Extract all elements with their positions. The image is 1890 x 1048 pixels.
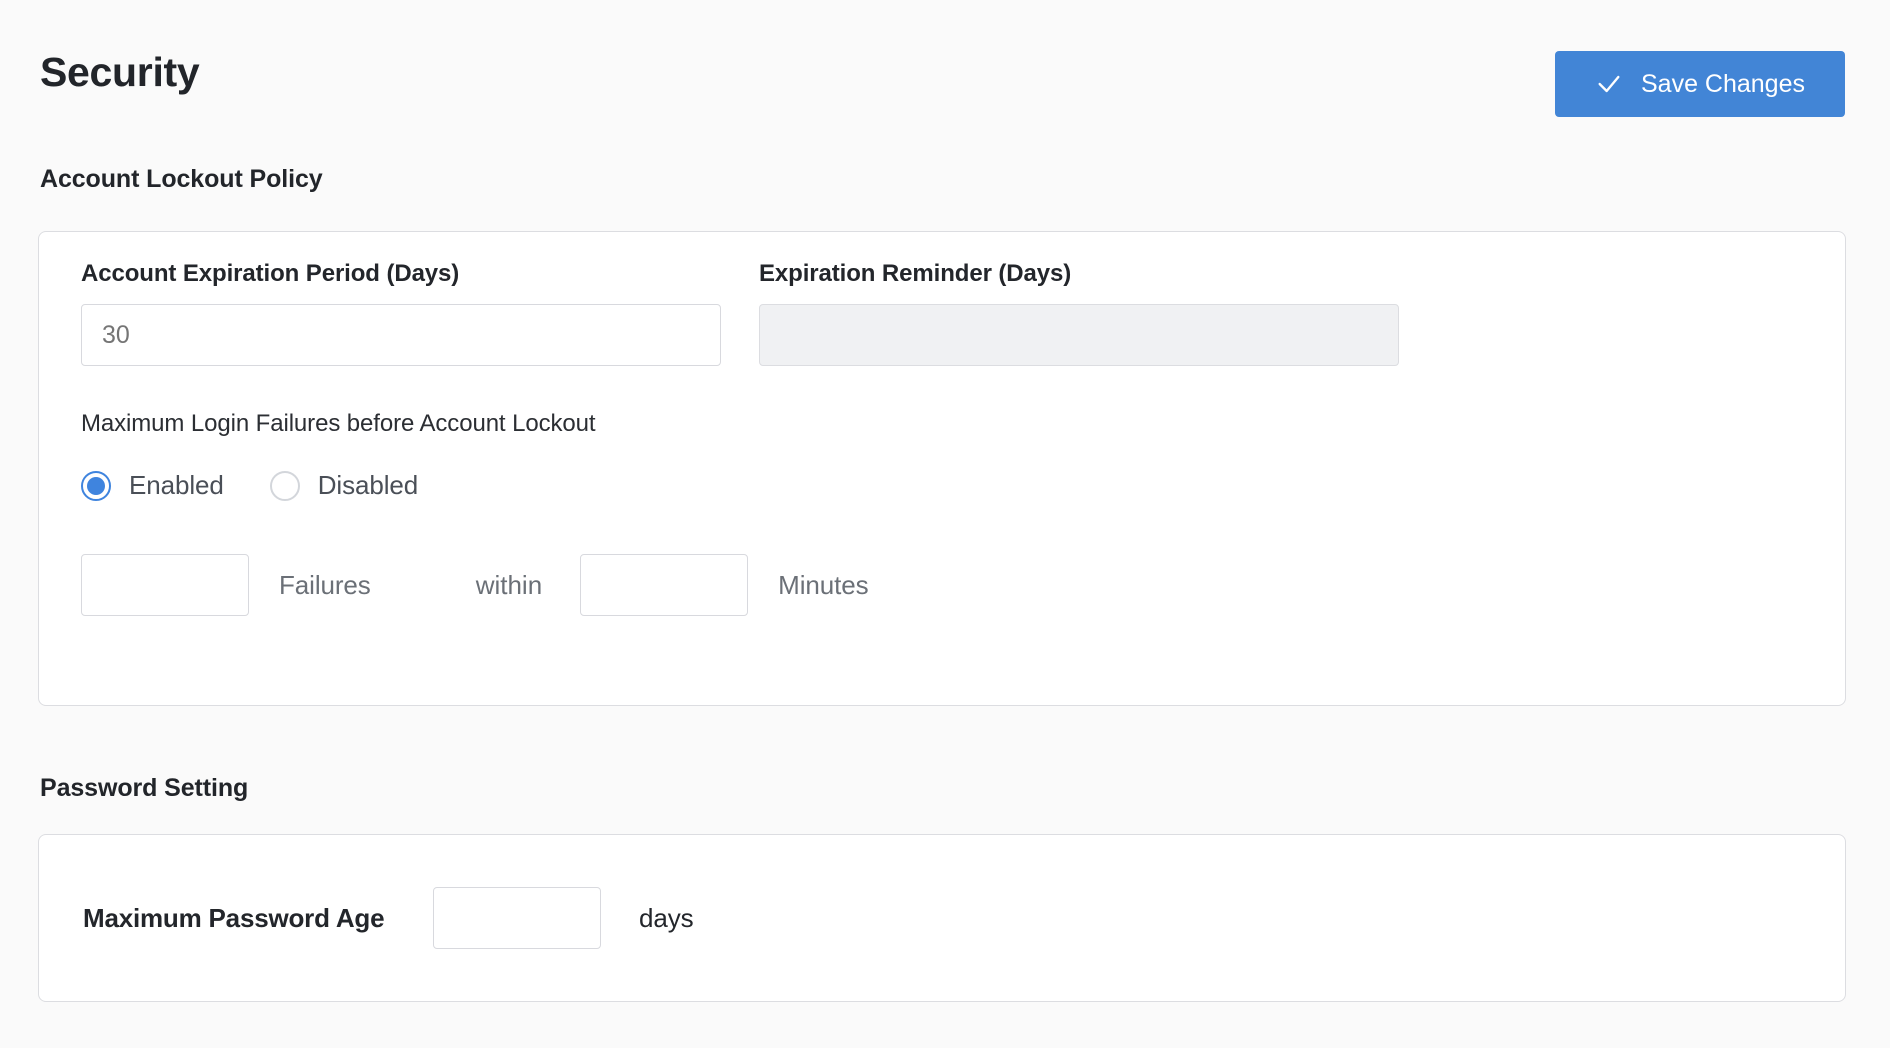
expiration-reminder-field: Expiration Reminder (Days) bbox=[759, 260, 1399, 366]
account-expiration-period-field: Account Expiration Period (Days) bbox=[81, 260, 721, 366]
check-icon bbox=[1595, 70, 1623, 98]
security-settings-page: Security Save Changes Account Lockout Po… bbox=[0, 0, 1890, 1048]
maximum-password-age-label: Maximum Password Age bbox=[83, 902, 385, 933]
failures-stepper[interactable] bbox=[81, 554, 249, 616]
radio-enabled-icon bbox=[81, 470, 111, 501]
section-heading-account-lockout-policy: Account Lockout Policy bbox=[40, 165, 323, 193]
failures-unit-label: Failures bbox=[279, 569, 371, 600]
minutes-stepper-input[interactable] bbox=[581, 555, 748, 615]
minutes-unit-label: Minutes bbox=[778, 569, 869, 600]
account-expiration-period-label: Account Expiration Period (Days) bbox=[81, 260, 460, 287]
radio-option-enabled[interactable]: Enabled bbox=[81, 470, 224, 501]
page-title: Security bbox=[40, 49, 200, 95]
expiration-reminder-label: Expiration Reminder (Days) bbox=[759, 260, 1072, 287]
expiration-fields-row: Account Expiration Period (Days) Expirat… bbox=[81, 260, 1481, 366]
radio-option-disabled[interactable]: Disabled bbox=[269, 470, 419, 501]
password-age-stepper[interactable] bbox=[433, 887, 601, 949]
max-login-failures-label: Maximum Login Failures before Account Lo… bbox=[81, 410, 596, 437]
password-setting-card: Maximum Password Age 90 days bbox=[38, 834, 1846, 1002]
section-heading-password-setting: Password Setting bbox=[40, 774, 249, 802]
account-expiration-period-input[interactable] bbox=[81, 304, 721, 366]
radio-disabled-label: Disabled bbox=[317, 470, 419, 500]
radio-disabled-icon bbox=[269, 470, 300, 501]
account-lockout-policy-card: Account Expiration Period (Days) Expirat… bbox=[38, 231, 1846, 706]
max-login-failures-radio-group: Enabled Disabled bbox=[81, 470, 418, 501]
save-changes-label: Save Changes bbox=[1640, 69, 1805, 98]
save-changes-button[interactable]: Save Changes bbox=[1555, 51, 1845, 117]
minutes-stepper[interactable] bbox=[580, 554, 749, 616]
password-age-stepper-input[interactable] bbox=[434, 888, 600, 948]
failures-stepper-input[interactable] bbox=[82, 555, 248, 615]
radio-enabled-label: Enabled bbox=[129, 470, 224, 500]
lockout-threshold-row: Failures within bbox=[81, 554, 869, 616]
password-age-unit-label: days bbox=[639, 902, 694, 933]
expiration-reminder-input bbox=[759, 304, 1399, 366]
page-header: Security Save Changes bbox=[40, 48, 1845, 117]
maximum-password-age-row: Maximum Password Age 90 days bbox=[83, 887, 694, 949]
within-connector-label: within bbox=[475, 569, 543, 600]
